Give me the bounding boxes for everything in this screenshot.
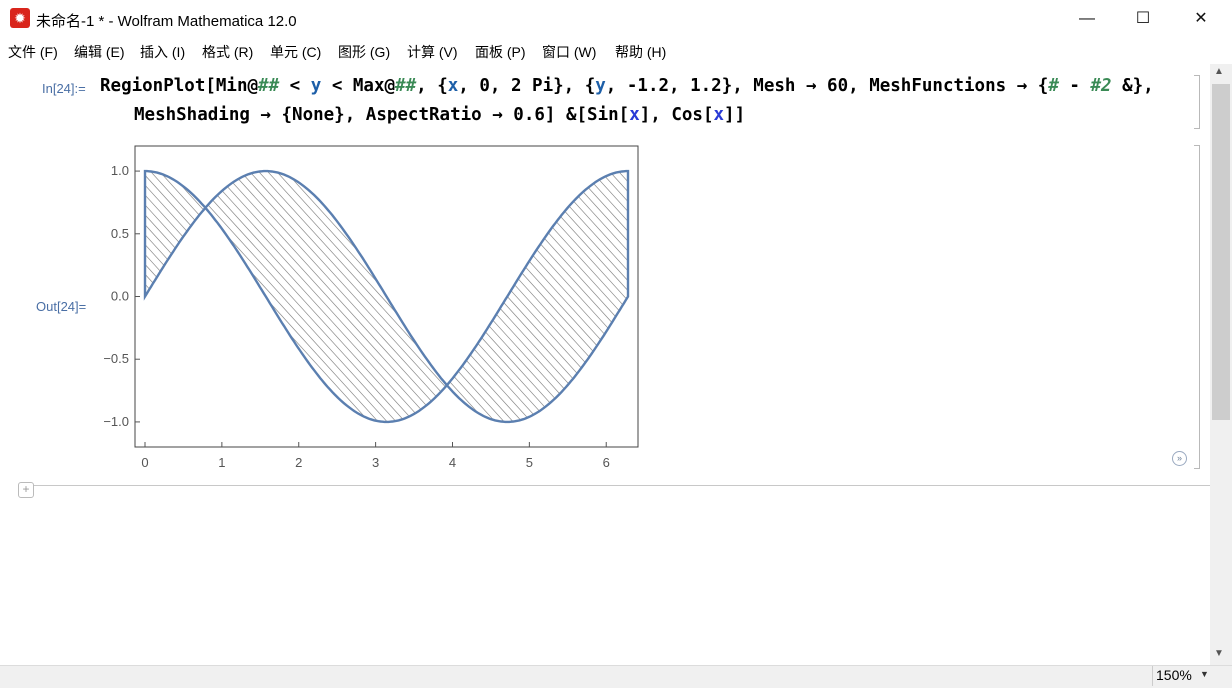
x-tick-label: 0 xyxy=(141,455,148,470)
mesh-line xyxy=(409,171,628,422)
mesh-line xyxy=(274,171,576,422)
menu-palettes[interactable]: 面板 (P) xyxy=(475,42,526,62)
scrollbar-thumb[interactable] xyxy=(1212,84,1230,420)
mesh-line xyxy=(184,171,486,422)
mesh-line xyxy=(454,171,628,422)
input-cell-bracket[interactable] xyxy=(1194,75,1200,129)
mesh-line xyxy=(364,171,628,422)
menu-graphics[interactable]: 图形 (G) xyxy=(338,42,390,62)
menu-window[interactable]: 窗口 (W) xyxy=(542,42,596,62)
mesh-line xyxy=(211,171,513,422)
input-code-line-1[interactable]: RegionPlot[Min@## < y < Max@##, {x, 0, 2… xyxy=(100,76,1154,96)
mesh-line xyxy=(292,171,594,422)
x-tick-label: 2 xyxy=(295,455,302,470)
menu-evaluation[interactable]: 计算 (V) xyxy=(407,42,458,62)
plus-icon[interactable]: + xyxy=(18,482,34,498)
menu-cell[interactable]: 单元 (C) xyxy=(270,42,321,62)
mesh-line xyxy=(508,171,628,422)
menu-edit[interactable]: 编辑 (E) xyxy=(74,42,125,62)
input-code-line-2[interactable]: MeshShading → {None}, AspectRatio → 0.6]… xyxy=(134,105,745,125)
mathematica-spikey-icon: ✹ xyxy=(10,8,30,28)
mesh-line xyxy=(145,171,387,422)
mesh-line xyxy=(145,171,369,422)
menu-format[interactable]: 格式 (R) xyxy=(202,42,253,62)
mesh-line xyxy=(283,171,585,422)
region-plot: 0 1 2 3 4 5 6 1.0 0.5 0.0 −0.5 −1.0 xyxy=(95,140,655,470)
x-tick-label: 3 xyxy=(372,455,379,470)
mesh-line xyxy=(535,171,628,422)
mesh-line xyxy=(526,171,628,422)
menu-file[interactable]: 文件 (F) xyxy=(8,42,58,62)
mesh-line xyxy=(337,171,628,422)
scroll-up-icon[interactable]: ▲ xyxy=(1214,66,1224,77)
status-bar xyxy=(0,665,1232,688)
mesh-line xyxy=(391,171,628,422)
mesh-line xyxy=(202,171,504,422)
close-button[interactable]: ✕ xyxy=(1172,0,1230,38)
mesh-line xyxy=(145,171,396,422)
mesh-line xyxy=(193,171,495,422)
x-tick-label: 4 xyxy=(449,455,456,470)
y-tick-label: 0.0 xyxy=(111,289,129,304)
suggestions-chevron-icon[interactable]: » xyxy=(1172,451,1187,466)
cell-insertion-line[interactable] xyxy=(20,485,1210,486)
y-tick-label: −1.0 xyxy=(103,414,129,429)
mesh-line xyxy=(145,171,414,422)
minimize-button[interactable]: — xyxy=(1058,0,1116,38)
mesh-line xyxy=(418,171,628,422)
zoom-dropdown-icon[interactable]: ▼ xyxy=(1200,669,1209,679)
output-label: Out[24]= xyxy=(36,299,87,314)
input-label: In[24]:= xyxy=(42,81,86,96)
mesh-line xyxy=(310,171,612,422)
mesh-line xyxy=(607,171,628,422)
zoom-level[interactable]: 150% xyxy=(1156,667,1192,683)
mesh-line xyxy=(95,140,98,470)
mesh-line xyxy=(653,140,655,470)
region-boundary xyxy=(143,169,630,424)
mesh-line xyxy=(580,171,628,422)
window-title: 未命名-1 * - Wolfram Mathematica 12.0 xyxy=(36,13,297,30)
mesh-line xyxy=(644,140,655,470)
mesh-line xyxy=(319,171,621,422)
mesh-line xyxy=(145,171,405,422)
mesh-line xyxy=(145,171,432,422)
y-tick-label: 1.0 xyxy=(111,163,129,178)
status-divider xyxy=(1152,666,1153,686)
mesh-line xyxy=(301,171,603,422)
maximize-button[interactable]: ☐ xyxy=(1114,0,1172,38)
mesh-line xyxy=(625,171,628,422)
mesh-line xyxy=(145,171,333,422)
menu-help[interactable]: 帮助 (H) xyxy=(615,42,666,62)
mesh-line xyxy=(175,171,477,422)
mesh-line xyxy=(562,171,628,422)
y-tick-label: −0.5 xyxy=(103,351,129,366)
x-tick-label: 5 xyxy=(526,455,533,470)
scroll-down-icon[interactable]: ▼ xyxy=(1214,648,1224,659)
mesh-line xyxy=(166,171,468,422)
mesh-line xyxy=(499,171,628,422)
y-tick-label: 0.5 xyxy=(111,226,129,241)
x-tick-label: 1 xyxy=(218,455,225,470)
output-cell-bracket[interactable] xyxy=(1194,145,1200,469)
mesh-line xyxy=(148,171,450,422)
mesh-line xyxy=(145,171,342,422)
menu-insert[interactable]: 插入 (I) xyxy=(140,42,185,62)
x-tick-label: 6 xyxy=(603,455,610,470)
mesh-line xyxy=(145,171,324,422)
mesh-line xyxy=(427,171,628,422)
